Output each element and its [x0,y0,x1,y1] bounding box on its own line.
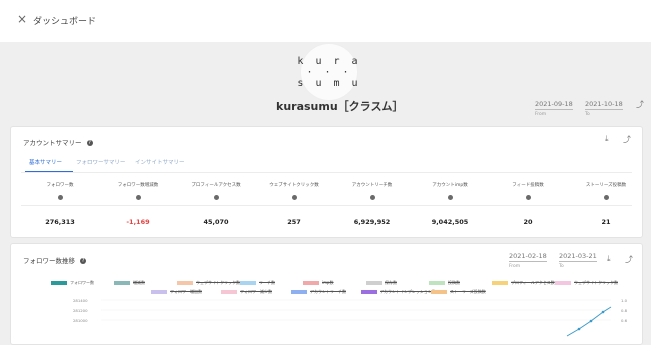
info-icon[interactable] [525,195,531,200]
info-icon[interactable] [135,195,141,200]
summary-title: アカウントサマリー ? [23,137,93,147]
info-icon[interactable] [291,195,297,200]
data-point [589,319,593,323]
info-icon[interactable] [369,195,375,200]
stat-column: プロフィールアクセス数 [177,182,255,200]
tab-basic-summary[interactable]: 基本サマリー [29,158,62,166]
page-title: ダッシュボード [33,17,97,27]
stats-divider [21,205,632,206]
top-bar: × ダッシュボード [0,0,651,42]
download-icon[interactable]: ⤓ [605,134,609,144]
stat-label: アカウントリーチ数 [351,183,393,188]
stat-label: フォロワー数増減数 [117,183,159,188]
stat-value: 257 [287,218,301,226]
stat-column: フォロワー数増減数 [99,182,177,200]
info-icon[interactable] [57,195,63,200]
stat-column: アカウントリーチ数 [333,182,411,200]
account-name: kurasumu［クラスム］ [276,100,404,113]
stat-label: フォロワー数 [46,183,74,188]
stat-value: 276,313 [45,218,75,226]
stat-value: 20 [523,218,533,226]
stat-value: 45,070 [203,218,229,226]
data-point [601,310,605,314]
date-from-value: 2021-09-18 [535,100,573,110]
stat-column: ウェブサイトクリック数 [255,182,333,200]
stat-column: アカウントimp数 [411,182,489,200]
stat-label: フィード投稿数 [512,183,544,188]
follower-trend-card: フォロワー数推移 ? 2021-02-18 From 2021-03-21 To… [10,243,643,345]
stat-value: 6,929,952 [353,218,391,226]
info-icon[interactable] [603,195,609,200]
help-icon[interactable]: ? [86,140,93,146]
stat-value: 21 [601,218,611,226]
summary-title-text: アカウントサマリー [23,139,82,147]
close-icon[interactable]: × [17,12,27,26]
stat-label: ストーリーズ投稿数 [585,183,627,188]
chart-plot [101,299,612,337]
stat-column: ストーリーズ投稿数 [567,182,645,200]
logo-text: k u r a · · · s u m u [297,55,361,89]
stat-value: 9,042,505 [431,218,469,226]
profile-date-from[interactable]: 2021-09-18 From [535,100,573,117]
stat-label: ウェブサイトクリック数 [269,183,319,188]
stat-column: フォロワー数 [21,182,99,200]
date-from-label: From [535,112,547,117]
chart-trend-icon[interactable]: ⤴ [636,99,644,110]
account-summary-card: アカウントサマリー ? ⤓ ⤴ 基本サマリー フォロワーサマリー インサイトサマ… [10,126,643,238]
date-to-value: 2021-10-18 [585,100,623,110]
stat-label: プロフィールアクセス数 [191,183,241,188]
stat-label: アカウントimp数 [432,183,468,188]
stat-column: フィード投稿数 [489,182,567,200]
stat-value: -1,169 [126,218,150,226]
tab-follower-summary[interactable]: フォロワーサマリー [76,158,125,166]
data-point [577,327,581,331]
tab-insight-summary[interactable]: インサイトサマリー [135,158,185,166]
info-icon[interactable] [447,195,453,200]
account-logo: k u r a · · · s u m u [297,44,358,100]
follower-line [566,306,612,337]
chart-trend-icon[interactable]: ⤴ [623,134,631,145]
date-to-label: To [585,112,590,117]
profile-date-to[interactable]: 2021-10-18 To [585,100,623,117]
info-icon[interactable] [213,195,219,200]
tabs-divider [21,172,632,173]
